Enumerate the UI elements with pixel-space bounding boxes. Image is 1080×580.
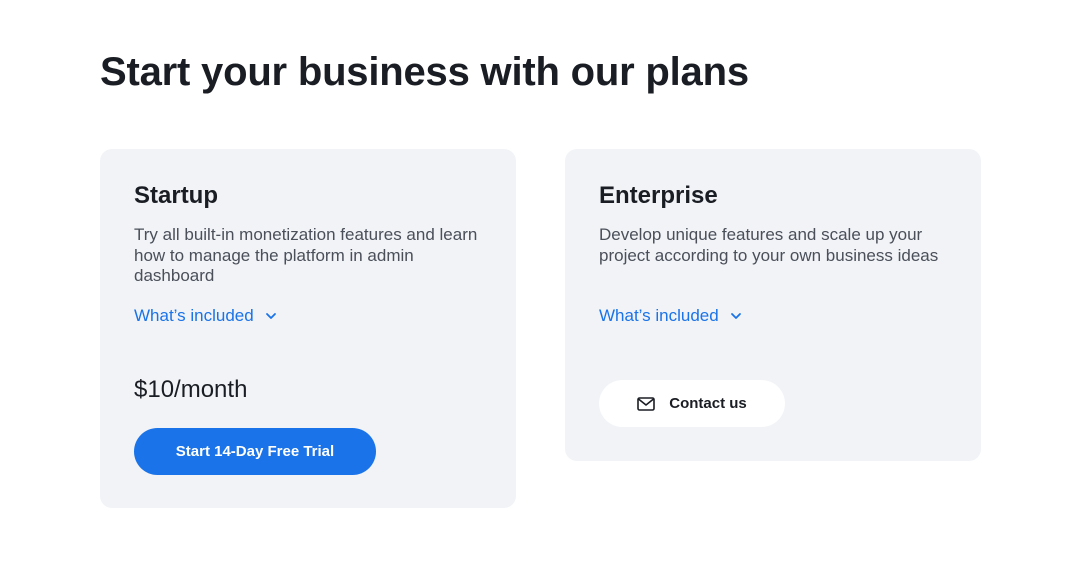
plan-card-enterprise: Enterprise Develop unique features and s…	[565, 149, 981, 461]
mail-icon	[637, 396, 656, 411]
whats-included-link[interactable]: What’s included	[134, 306, 278, 326]
whats-included-label: What’s included	[599, 306, 719, 325]
page-title: Start your business with our plans	[100, 50, 749, 94]
plan-title: Startup	[134, 182, 218, 209]
plan-price: $10/month	[134, 376, 248, 403]
chevron-down-icon	[730, 313, 741, 319]
plan-description: Try all built-in monetization features a…	[134, 225, 478, 285]
contact-us-label: Contact us	[669, 395, 747, 412]
start-free-trial-button[interactable]: Start 14-Day Free Trial	[134, 428, 376, 475]
contact-us-button[interactable]: Contact us	[599, 380, 785, 427]
whats-included-link[interactable]: What’s included	[599, 306, 743, 326]
whats-included-label: What’s included	[134, 306, 254, 325]
plan-card-startup: Startup Try all built-in monetization fe…	[100, 149, 516, 508]
plan-title: Enterprise	[599, 182, 718, 209]
plan-description: Develop unique features and scale up you…	[599, 225, 939, 265]
chevron-down-icon	[265, 313, 276, 319]
